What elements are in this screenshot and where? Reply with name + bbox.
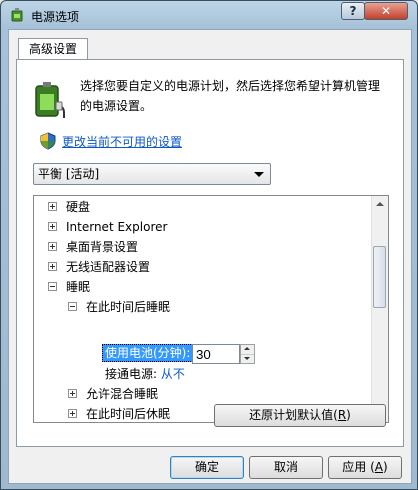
change-unavailable-settings-link[interactable]: 更改当前不可用的设置	[62, 133, 182, 150]
tree-item-sleep-after[interactable]: 在此时间后睡眠	[68, 297, 170, 317]
power-options-icon	[11, 8, 23, 22]
close-button[interactable]: ✕	[364, 2, 408, 20]
expand-plus-icon[interactable]	[48, 222, 57, 231]
tree-item-desktop-background[interactable]: 桌面背景设置	[48, 237, 138, 257]
on-battery-label: 使用电池(分钟):	[102, 344, 194, 362]
tree-item-plugged-in[interactable]: 接通电源: 从不	[105, 364, 185, 384]
restore-access-key: R	[337, 408, 347, 422]
tree-item-label: 睡眠	[66, 280, 91, 294]
on-battery-minutes-input[interactable]	[192, 344, 240, 364]
window-title: 电源选项	[31, 10, 80, 24]
scroll-thumb[interactable]	[373, 246, 386, 308]
expand-plus-icon[interactable]	[48, 202, 57, 211]
help-button[interactable]: ?	[341, 2, 365, 20]
tree-item-label: 无线适配器设置	[66, 260, 151, 274]
tree-item-hybrid-sleep[interactable]: 允许混合睡眠	[68, 384, 158, 404]
tree-scrollbar[interactable]	[371, 196, 388, 422]
cancel-button[interactable]: 取消	[249, 456, 323, 479]
chevron-down-icon[interactable]	[254, 172, 264, 177]
restore-label-suffix: )	[346, 408, 351, 422]
minutes-spinner[interactable]	[240, 344, 255, 364]
battery-plug-icon	[35, 82, 65, 118]
tree-item-label: 桌面背景设置	[66, 240, 139, 254]
tree-item-hibernate-after[interactable]: 在此时间后休眠	[68, 404, 171, 422]
tree-item-hard-disk[interactable]: 硬盘	[48, 197, 90, 217]
collapse-minus-icon[interactable]	[68, 302, 77, 311]
tree-item-internet-explorer[interactable]: Internet Explorer	[48, 217, 167, 237]
plugged-in-label: 接通电源:	[105, 367, 158, 381]
tree-item-wireless-adapter[interactable]: 无线适配器设置	[48, 257, 150, 277]
spin-down-icon[interactable]	[241, 354, 254, 363]
dialog-client-area: 高级设置 选择您要自定义的电源计划，然后选择您希望计算机管理的电源设置。 更改当…	[8, 29, 412, 484]
collapse-minus-icon[interactable]	[48, 282, 57, 291]
apply-access-key: A	[374, 460, 384, 474]
title-bar[interactable]: 电源选项 ? ✕	[1, 1, 417, 29]
expand-plus-icon[interactable]	[48, 242, 57, 251]
power-settings-tree[interactable]: 硬盘 Internet Explorer 桌面背景设置 无线适配器设置 睡眠 在…	[33, 195, 389, 423]
restore-label: 还原计划默认值(	[249, 408, 338, 422]
apply-label-suffix: )	[383, 460, 388, 474]
expand-plus-icon[interactable]	[68, 389, 77, 398]
power-plan-value: 平衡 [活动]	[38, 167, 100, 181]
restore-defaults-button[interactable]: 还原计划默认值(R)	[214, 404, 386, 427]
plugged-in-value[interactable]: 从不	[161, 367, 185, 381]
tree-item-on-battery[interactable]: 使用电池(分钟):	[102, 343, 194, 363]
power-options-window: 电源选项 ? ✕ 高级设置 选择您要自定义的电源计划，然后选择您希望计算机管理的…	[0, 0, 418, 490]
apply-label: 应用 (	[342, 460, 375, 474]
tab-advanced-settings[interactable]: 高级设置	[18, 38, 88, 60]
tree-item-label: 在此时间后休眠	[86, 407, 171, 421]
tree-item-label: 硬盘	[66, 200, 91, 214]
uac-shield-icon	[40, 132, 56, 150]
tree-item-sleep[interactable]: 睡眠	[48, 277, 90, 297]
scroll-up-icon[interactable]	[372, 196, 388, 212]
tree-item-label: 允许混合睡眠	[86, 387, 159, 401]
tree-item-label: Internet Explorer	[66, 220, 168, 234]
power-plan-select[interactable]: 平衡 [活动]	[33, 163, 271, 185]
apply-button[interactable]: 应用 (A)	[328, 456, 402, 479]
expand-plus-icon[interactable]	[48, 262, 57, 271]
ok-button[interactable]: 确定	[170, 456, 244, 479]
intro-text: 选择您要自定义的电源计划，然后选择您希望计算机管理的电源设置。	[80, 79, 381, 113]
expand-plus-icon[interactable]	[68, 409, 77, 418]
tree-item-label: 在此时间后睡眠	[86, 300, 171, 314]
